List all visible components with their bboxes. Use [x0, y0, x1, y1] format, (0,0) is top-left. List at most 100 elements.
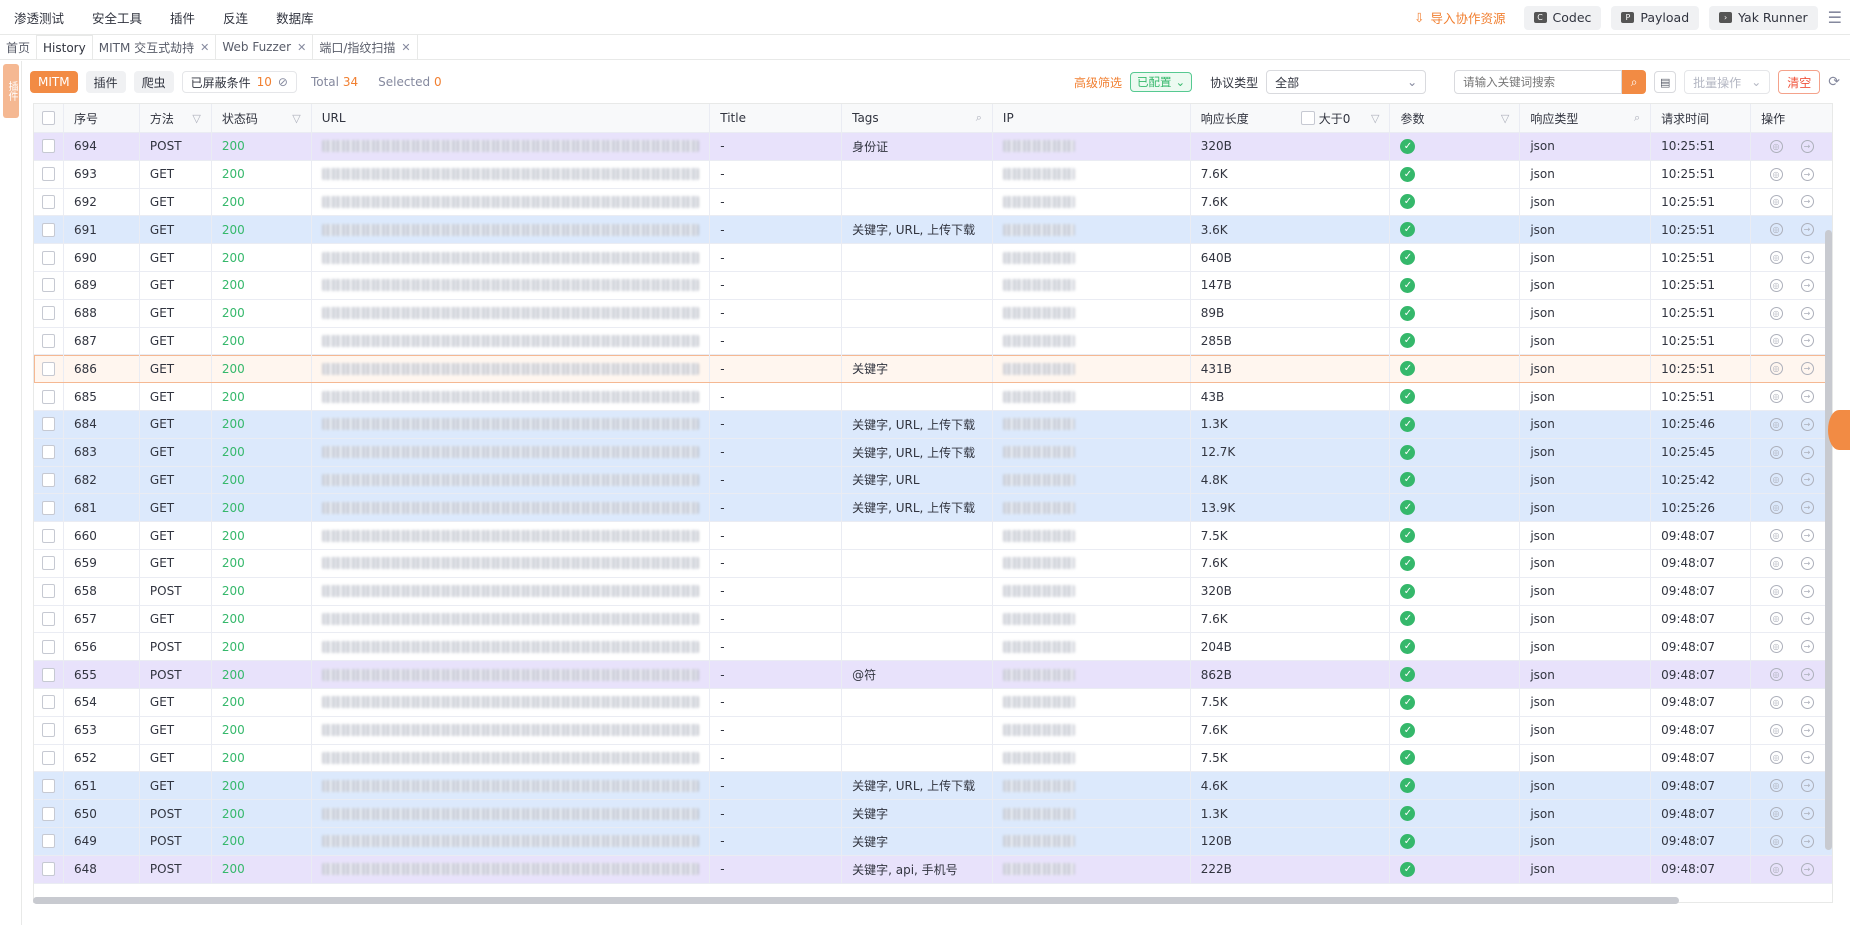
col-id[interactable]: 序号	[64, 104, 140, 132]
browser-icon[interactable]: ◎	[1769, 556, 1783, 570]
row-checkbox[interactable]	[42, 862, 55, 877]
arrow-right-icon[interactable]: →	[1800, 584, 1814, 598]
row-checkbox[interactable]	[42, 639, 55, 654]
table-row[interactable]: 685 GET 200 - 43B ✓ json 10:25:51 ◎ →	[34, 383, 1832, 411]
arrow-right-icon[interactable]: →	[1800, 417, 1814, 431]
row-checkbox[interactable]	[42, 806, 55, 821]
menu-security-tools[interactable]: 安全工具	[78, 8, 156, 27]
gt-zero-filter[interactable]: 大于0	[1300, 110, 1350, 127]
col-time[interactable]: 请求时间	[1651, 104, 1752, 132]
chip-mitm[interactable]: MITM	[30, 71, 78, 93]
row-checkbox[interactable]	[42, 778, 55, 793]
row-checkbox[interactable]	[42, 667, 55, 682]
table-row[interactable]: 660 GET 200 - 7.5K ✓ json 09:48:07 ◎ →	[34, 522, 1832, 550]
search-icon[interactable]: ⌕	[976, 111, 982, 125]
side-plugin-tag[interactable]: 插件	[3, 64, 19, 118]
row-checkbox-cell[interactable]	[34, 577, 64, 605]
row-checkbox-cell[interactable]	[34, 133, 64, 160]
tab-home[interactable]: 首页	[0, 35, 36, 59]
arrow-right-icon[interactable]: →	[1800, 278, 1814, 292]
arrow-right-icon[interactable]: →	[1800, 334, 1814, 348]
yak-runner-button[interactable]: › Yak Runner	[1709, 5, 1818, 30]
row-checkbox[interactable]	[42, 472, 55, 487]
col-title[interactable]: Title	[710, 104, 843, 132]
browser-icon[interactable]: ◎	[1769, 139, 1783, 153]
table-row[interactable]: 659 GET 200 - 7.6K ✓ json 09:48:07 ◎ →	[34, 549, 1832, 578]
row-checkbox-cell[interactable]	[34, 827, 64, 855]
table-row[interactable]: 651 GET 200 - 关键字, URL, 上传下载 4.6K ✓ json…	[34, 772, 1832, 801]
clear-button[interactable]: 清空	[1778, 70, 1821, 94]
row-checkbox-cell[interactable]	[34, 160, 64, 188]
col-length[interactable]: 响应长度 大于0 ▽	[1191, 104, 1391, 132]
table-row[interactable]: 692 GET 200 - 7.6K ✓ json 10:25:51 ◎ →	[34, 188, 1832, 217]
table-row[interactable]: 681 GET 200 - 关键字, URL, 上传下载 13.9K ✓ jso…	[34, 494, 1832, 523]
arrow-right-icon[interactable]: →	[1800, 306, 1814, 320]
gt-zero-checkbox[interactable]	[1300, 111, 1315, 125]
search-input[interactable]	[1454, 70, 1623, 94]
table-row[interactable]: 691 GET 200 - 关键字, URL, 上传下载 3.6K ✓ json…	[34, 216, 1832, 245]
browser-icon[interactable]: ◎	[1769, 723, 1783, 737]
arrow-right-icon[interactable]: →	[1800, 751, 1814, 765]
col-url[interactable]: URL	[312, 104, 711, 132]
mascot-icon[interactable]	[1828, 410, 1850, 450]
row-checkbox[interactable]	[42, 695, 55, 710]
arrow-right-icon[interactable]: →	[1800, 251, 1814, 265]
row-checkbox[interactable]	[42, 222, 55, 237]
chip-plugin[interactable]: 插件	[85, 71, 126, 93]
arrow-right-icon[interactable]: →	[1800, 807, 1814, 821]
row-checkbox[interactable]	[42, 194, 55, 209]
tab-mitm[interactable]: MITM 交互式劫持 ✕	[93, 35, 217, 59]
configured-badge[interactable]: 已配置 ⌄	[1130, 72, 1193, 92]
arrow-right-icon[interactable]: →	[1800, 195, 1814, 209]
browser-icon[interactable]: ◎	[1769, 278, 1783, 292]
browser-icon[interactable]: ◎	[1769, 529, 1783, 543]
row-checkbox-cell[interactable]	[34, 855, 64, 883]
browser-icon[interactable]: ◎	[1769, 445, 1783, 459]
tab-history[interactable]: History	[36, 35, 93, 59]
arrow-right-icon[interactable]: →	[1800, 139, 1814, 153]
row-checkbox[interactable]	[42, 445, 55, 460]
row-checkbox[interactable]	[42, 167, 55, 182]
row-checkbox[interactable]	[42, 584, 55, 599]
table-row[interactable]: 650 POST 200 - 关键字 1.3K ✓ json 09:48:07 …	[34, 800, 1832, 828]
table-row[interactable]: 653 GET 200 - 7.6K ✓ json 09:48:07 ◎ →	[34, 716, 1832, 745]
browser-icon[interactable]: ◎	[1769, 362, 1783, 376]
row-checkbox-cell[interactable]	[34, 744, 64, 772]
vertical-scrollbar[interactable]	[1825, 230, 1832, 850]
menu-list-icon[interactable]: ☰	[1828, 8, 1842, 27]
arrow-right-icon[interactable]: →	[1800, 723, 1814, 737]
browser-icon[interactable]: ◎	[1769, 223, 1783, 237]
browser-icon[interactable]: ◎	[1769, 501, 1783, 515]
row-checkbox-cell[interactable]	[34, 216, 64, 244]
arrow-right-icon[interactable]: →	[1800, 779, 1814, 793]
close-icon[interactable]: ✕	[297, 41, 306, 54]
search-button[interactable]: ⌕	[1622, 70, 1647, 94]
row-checkbox-cell[interactable]	[34, 605, 64, 633]
table-row[interactable]: 655 POST 200 - @符 862B ✓ json 09:48:07 ◎…	[34, 661, 1832, 689]
refresh-icon[interactable]: ⟳	[1828, 74, 1840, 90]
arrow-right-icon[interactable]: →	[1800, 862, 1814, 876]
row-checkbox-cell[interactable]	[34, 661, 64, 688]
browser-icon[interactable]: ◎	[1769, 779, 1783, 793]
row-checkbox-cell[interactable]	[34, 383, 64, 410]
tab-web-fuzzer[interactable]: Web Fuzzer ✕	[216, 35, 314, 59]
browser-icon[interactable]: ◎	[1769, 473, 1783, 487]
row-checkbox[interactable]	[42, 306, 55, 321]
table-row[interactable]: 690 GET 200 - 640B ✓ json 10:25:51 ◎ →	[34, 244, 1832, 272]
arrow-right-icon[interactable]: →	[1800, 668, 1814, 682]
row-checkbox-cell[interactable]	[34, 494, 64, 522]
row-checkbox-cell[interactable]	[34, 355, 64, 383]
search-icon[interactable]: ⌕	[1634, 111, 1640, 125]
chip-crawler[interactable]: 爬虫	[133, 71, 174, 93]
arrow-right-icon[interactable]: →	[1800, 362, 1814, 376]
filter-icon[interactable]: ▽	[292, 112, 300, 125]
arrow-right-icon[interactable]: →	[1800, 640, 1814, 654]
table-row[interactable]: 648 POST 200 - 关键字, api, 手机号 222B ✓ json…	[34, 855, 1832, 884]
protocol-select[interactable]: 全部 ⌄	[1266, 70, 1427, 94]
table-row[interactable]: 694 POST 200 - 身份证 320B ✓ json 10:25:51 …	[34, 133, 1832, 161]
arrow-right-icon[interactable]: →	[1800, 501, 1814, 515]
browser-icon[interactable]: ◎	[1769, 612, 1783, 626]
table-row[interactable]: 652 GET 200 - 7.5K ✓ json 09:48:07 ◎ →	[34, 744, 1832, 773]
row-checkbox-cell[interactable]	[34, 772, 64, 800]
table-row[interactable]: 657 GET 200 - 7.6K ✓ json 09:48:07 ◎ →	[34, 605, 1832, 634]
